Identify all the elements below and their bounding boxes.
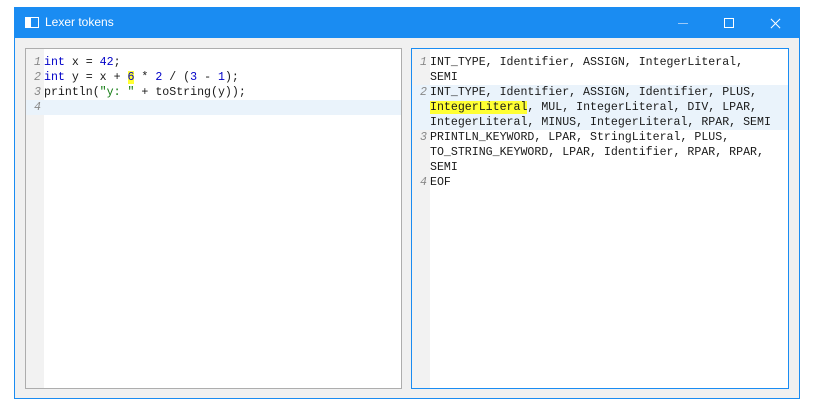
current-line: 2 INT_TYPE, Identifier, ASSIGN, Identifie… [412, 85, 788, 130]
wrapped-line: PRINTLN_KEYWORD, LPAR, StringLiteral, PL… [430, 130, 764, 145]
line-number: 2 [420, 86, 427, 99]
line-number: 2 [34, 71, 41, 84]
code-token: "y: " [99, 86, 135, 99]
window-icon [25, 17, 39, 28]
code-line: 1 INT_TYPE, Identifier, ASSIGN, IntegerLi… [412, 55, 788, 85]
code-token: int [44, 71, 65, 84]
title-bar[interactable]: Lexer tokens [15, 8, 799, 38]
line-number: 3 [420, 131, 427, 144]
line-text: EOF [430, 175, 451, 190]
line-text: println("y: " + toString(y)); [44, 85, 246, 100]
main-window: Lexer tokens 1 int x = 42; 2 int y = x + 6 … [14, 7, 800, 399]
code-token: , MUL, IntegerLiteral, DIV, LPAR, [527, 101, 757, 114]
wrapped-line: IntegerLiteral, MINUS, IntegerLiteral, R… [430, 115, 771, 130]
code-token: 1 [218, 71, 225, 84]
code-token: * [134, 71, 156, 84]
code-token: + toString(y)); [134, 86, 246, 99]
code-token: ); [224, 71, 239, 84]
line-number: 4 [420, 176, 427, 189]
wrapped-line: TO_STRING_KEYWORD, LPAR, Identifier, RPA… [430, 145, 764, 160]
maximize-button[interactable] [706, 8, 752, 38]
code-token: x = [64, 56, 100, 69]
highlighted-token: IntegerLiteral [430, 101, 528, 114]
wrapped-line: INT_TYPE, Identifier, ASSIGN, Identifier… [430, 85, 771, 100]
window-title: Lexer tokens [45, 15, 114, 29]
code-token: int [44, 56, 65, 69]
line-number: 3 [34, 86, 41, 99]
code-line: 3 PRINTLN_KEYWORD, LPAR, StringLiteral, P… [412, 130, 788, 175]
code-line: 1 int x = 42; [26, 55, 401, 70]
code-token: INT_TYPE, Identifier, ASSIGN, Identifier… [430, 86, 757, 99]
token-lines: 1 INT_TYPE, Identifier, ASSIGN, IntegerLi… [412, 55, 788, 190]
line-number: 1 [420, 56, 427, 69]
code-token: TO_STRING_KEYWORD, LPAR, Identifier, RPA… [430, 146, 764, 159]
line-number: 4 [34, 101, 41, 114]
line-number: 1 [34, 56, 41, 69]
code-token: PRINTLN_KEYWORD, LPAR, StringLiteral, PL… [430, 131, 730, 144]
wrapped-line: SEMI [430, 160, 764, 175]
line-text: INT_TYPE, Identifier, ASSIGN, IntegerLit… [430, 55, 743, 85]
close-button[interactable] [752, 8, 798, 38]
source-code-editor[interactable]: 1 int x = 42; 2 int y = x + 6 * 2 / (3 - 1)… [25, 48, 402, 389]
line-text: int x = 42; [44, 55, 121, 70]
line-text: PRINTLN_KEYWORD, LPAR, StringLiteral, PL… [430, 130, 764, 175]
code-token: EOF [430, 176, 451, 189]
code-token: y = x + [64, 71, 128, 84]
code-token: SEMI [430, 161, 458, 174]
source-lines: 1 int x = 42; 2 int y = x + 6 * 2 / (3 - 1)… [26, 55, 401, 115]
code-token: / ( [162, 71, 191, 84]
wrapped-line: EOF [430, 175, 451, 190]
token-output-editor[interactable]: 1 INT_TYPE, Identifier, ASSIGN, IntegerLi… [411, 48, 789, 389]
code-line: 4 EOF [412, 175, 788, 190]
code-token: 42 [99, 56, 114, 69]
code-token: IntegerLiteral, MINUS, IntegerLiteral, R… [430, 116, 771, 129]
minimize-button[interactable] [660, 8, 706, 38]
code-line: 2 int y = x + 6 * 2 / (3 - 1); [26, 70, 401, 85]
line-text: INT_TYPE, Identifier, ASSIGN, Identifier… [430, 85, 771, 130]
code-token: SEMI [430, 71, 458, 84]
wrapped-line: IntegerLiteral, MUL, IntegerLiteral, DIV… [430, 100, 771, 115]
line-text: int y = x + 6 * 2 / (3 - 1); [44, 70, 239, 85]
code-token: INT_TYPE, Identifier, ASSIGN, IntegerLit… [430, 56, 744, 69]
code-line: 3 println("y: " + toString(y)); [26, 85, 401, 100]
wrapped-line: SEMI [430, 70, 743, 85]
current-line: 4 [26, 100, 401, 115]
code-token: - [197, 71, 218, 84]
code-token: ; [113, 56, 121, 69]
wrapped-line: INT_TYPE, Identifier, ASSIGN, IntegerLit… [430, 55, 743, 70]
code-token: println( [44, 86, 100, 99]
